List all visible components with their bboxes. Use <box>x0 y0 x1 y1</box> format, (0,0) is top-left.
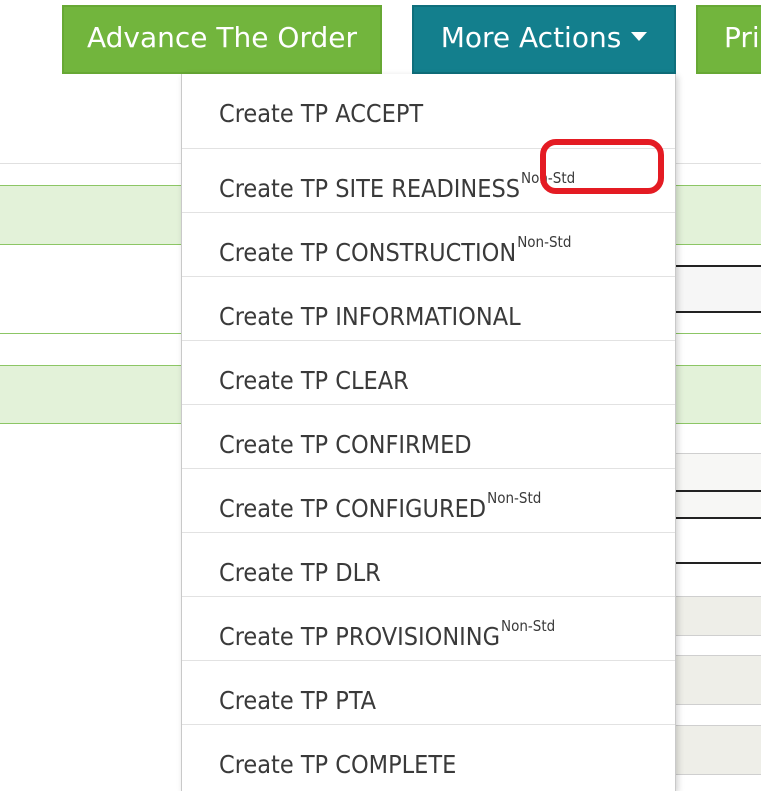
menu-item-label: Create TP COMPLETE <box>219 750 457 779</box>
print-button[interactable]: Pri <box>696 5 761 74</box>
menu-item-create-tp-clear[interactable]: Create TP CLEAR <box>182 340 675 404</box>
menu-item-create-tp-construction[interactable]: Create TP CONSTRUCTIONNon-Std <box>182 212 675 276</box>
non-std-tag: Non-Std <box>501 617 556 635</box>
caret-down-icon <box>631 31 648 41</box>
more-actions-button[interactable]: More Actions <box>412 5 676 74</box>
menu-item-label: Create TP DLR <box>219 558 381 587</box>
table-cell <box>676 655 761 705</box>
advance-order-label: Advance The Order <box>87 21 357 54</box>
menu-item-create-tp-dlr[interactable]: Create TP DLR <box>182 532 675 596</box>
menu-item-label: Create TP ACCEPT <box>219 99 424 128</box>
menu-item-label: Create TP SITE READINESS <box>219 174 521 203</box>
non-std-tag: Non-Std <box>521 169 576 187</box>
menu-item-create-tp-pta[interactable]: Create TP PTA <box>182 660 675 724</box>
more-actions-menu: Create TP ACCEPT Create TP SITE READINES… <box>181 74 676 791</box>
table-cell <box>676 596 761 636</box>
menu-item-label: Create TP PTA <box>219 686 376 715</box>
table-cell <box>676 265 761 313</box>
menu-item-label: Create TP CONFIRMED <box>219 430 472 459</box>
menu-item-label: Create TP PROVISIONING <box>219 622 501 651</box>
menu-item-create-tp-provisioning[interactable]: Create TP PROVISIONINGNon-Std <box>182 596 675 660</box>
menu-item-label: Create TP CONFIGURED <box>219 494 487 523</box>
print-label: Pri <box>724 21 760 54</box>
non-std-tag: Non-Std <box>487 489 542 507</box>
menu-item-create-tp-informational[interactable]: Create TP INFORMATIONAL <box>182 276 675 340</box>
table-divider <box>676 490 761 492</box>
non-std-tag: Non-Std <box>517 233 572 251</box>
menu-item-create-tp-configured[interactable]: Create TP CONFIGUREDNon-Std <box>182 468 675 532</box>
menu-item-label: Create TP CONSTRUCTION <box>219 238 517 267</box>
table-divider <box>676 517 761 519</box>
table-cell <box>676 725 761 775</box>
menu-item-create-tp-accept[interactable]: Create TP ACCEPT <box>182 74 675 138</box>
menu-item-create-tp-site-readiness[interactable]: Create TP SITE READINESSNon-Std <box>182 148 675 212</box>
menu-item-label: Create TP INFORMATIONAL <box>219 302 521 331</box>
menu-item-create-tp-complete[interactable]: Create TP COMPLETE <box>182 724 675 788</box>
table-divider <box>676 562 761 564</box>
advance-order-button[interactable]: Advance The Order <box>62 5 382 74</box>
menu-item-label: Create TP CLEAR <box>219 366 409 395</box>
more-actions-label: More Actions <box>440 21 622 54</box>
menu-item-create-tp-confirmed[interactable]: Create TP CONFIRMED <box>182 404 675 468</box>
table-cell <box>676 453 761 519</box>
order-page: Advance The Order More Actions Pri Creat… <box>0 0 761 791</box>
